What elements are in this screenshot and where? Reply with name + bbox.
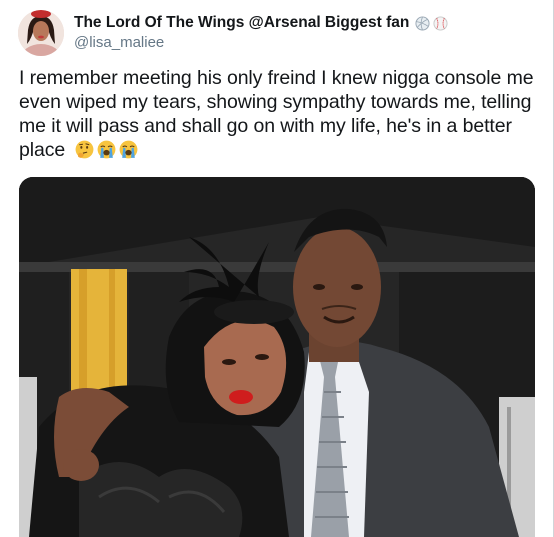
volleyball-icon	[415, 15, 430, 31]
tweet-text: I remember meeting his only freind I kne…	[19, 66, 539, 162]
display-name[interactable]: The Lord Of The Wings @Arsenal Biggest f…	[74, 13, 409, 33]
tweet-header: The Lord Of The Wings @Arsenal Biggest f…	[18, 9, 448, 57]
avatar[interactable]	[18, 10, 64, 56]
display-name-row[interactable]: The Lord Of The Wings @Arsenal Biggest f…	[74, 13, 448, 33]
loudly-crying-face-icon	[98, 140, 116, 159]
baseball-icon	[433, 15, 448, 31]
thinking-face-icon	[76, 140, 94, 159]
photo-image	[19, 177, 535, 537]
tweet-card: The Lord Of The Wings @Arsenal Biggest f…	[0, 0, 554, 537]
tweet-photo[interactable]	[19, 177, 535, 537]
loudly-crying-face-icon	[120, 140, 138, 159]
handle[interactable]: @lisa_maliee	[74, 33, 448, 53]
